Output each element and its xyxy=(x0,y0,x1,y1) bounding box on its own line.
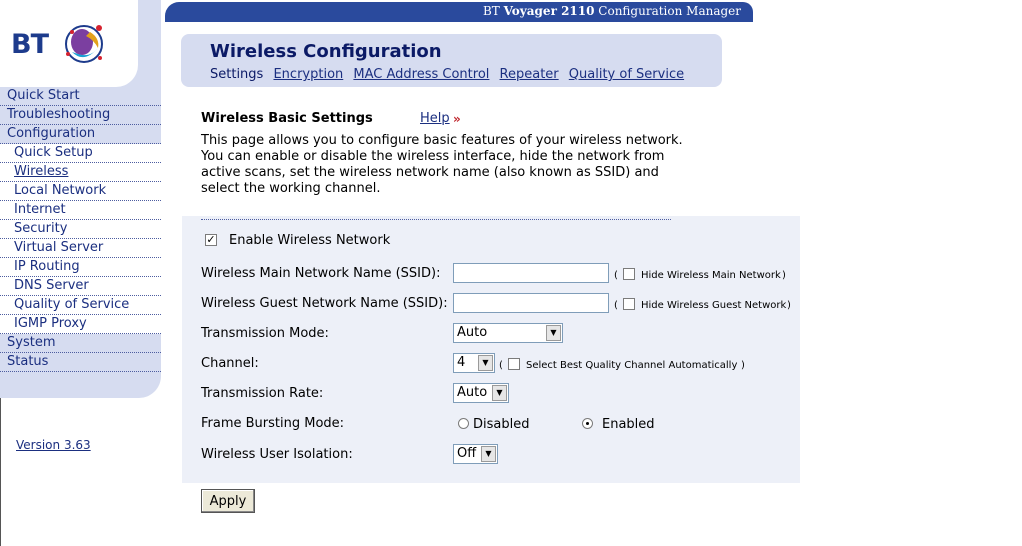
transmission-mode-select[interactable]: Auto ▼ xyxy=(453,323,563,343)
paren: ( xyxy=(614,300,618,311)
page-header: Wireless Configuration Settings Encrypti… xyxy=(181,34,722,87)
frame-bursting-enabled-radio[interactable] xyxy=(582,418,593,429)
title-bar: BT Voyager 2110 Configuration Manager xyxy=(165,2,753,22)
hide-guest-network-label: Hide Wireless Guest Network xyxy=(641,300,787,311)
left-border xyxy=(0,398,1,546)
frame-bursting-disabled-label: Disabled xyxy=(473,417,530,432)
sidebar-item-igmp-proxy[interactable]: IGMP Proxy xyxy=(0,315,161,334)
channel-label: Channel: xyxy=(201,356,259,371)
sidebar-item-quality-of-service[interactable]: Quality of Service xyxy=(0,296,161,315)
bt-logo-text: BT xyxy=(11,29,49,60)
sidebar: BT Quick Start Troubleshooting Configura… xyxy=(0,0,161,398)
help-chevron-icon[interactable]: » xyxy=(453,112,461,126)
enable-wireless-checkbox[interactable]: ✓ xyxy=(205,234,217,246)
sidebar-item-system[interactable]: System xyxy=(0,334,161,353)
user-isolation-label: Wireless User Isolation: xyxy=(201,447,353,462)
paren: ( xyxy=(499,360,503,371)
tab-repeater[interactable]: Repeater xyxy=(500,67,559,82)
paren: ) xyxy=(787,300,791,311)
apply-button[interactable]: Apply xyxy=(201,489,255,513)
sidebar-item-internet[interactable]: Internet xyxy=(0,201,161,220)
section-description: This page allows you to configure basic … xyxy=(201,133,683,196)
sidebar-item-configuration[interactable]: Configuration xyxy=(0,125,161,144)
user-isolation-select[interactable]: Off ▼ xyxy=(453,444,498,464)
sidebar-item-troubleshooting[interactable]: Troubleshooting xyxy=(0,106,161,125)
help-link[interactable]: Help xyxy=(420,111,450,126)
section-title: Wireless Basic Settings xyxy=(201,111,373,126)
hide-main-network-label: Hide Wireless Main Network xyxy=(641,270,781,281)
main-ssid-label: Wireless Main Network Name (SSID): xyxy=(201,266,441,281)
transmission-mode-label: Transmission Mode: xyxy=(201,326,329,341)
chevron-down-icon: ▼ xyxy=(481,446,496,462)
tab-quality-of-service[interactable]: Quality of Service xyxy=(569,67,684,82)
bt-globe-logo-icon xyxy=(65,25,103,63)
chevron-down-icon: ▼ xyxy=(492,385,507,401)
page-title: Wireless Configuration xyxy=(210,41,442,62)
transmission-rate-label: Transmission Rate: xyxy=(201,386,324,401)
sidebar-item-dns-server[interactable]: DNS Server xyxy=(0,277,161,296)
hide-main-network-checkbox[interactable] xyxy=(623,268,635,280)
logo-area: BT xyxy=(0,0,138,87)
chevron-down-icon: ▼ xyxy=(478,355,493,371)
tab-settings[interactable]: Settings xyxy=(210,67,263,82)
sidebar-item-quick-start[interactable]: Quick Start xyxy=(0,87,161,106)
sidebar-item-security[interactable]: Security xyxy=(0,220,161,239)
best-channel-checkbox[interactable] xyxy=(508,358,520,370)
chevron-down-icon: ▼ xyxy=(546,325,561,341)
tab-bar: Settings Encryption MAC Address Control … xyxy=(210,67,690,82)
enable-wireless-label: Enable Wireless Network xyxy=(229,233,391,248)
tab-encryption[interactable]: Encryption xyxy=(273,67,343,82)
main-ssid-input[interactable] xyxy=(453,263,609,283)
tab-mac-address-control[interactable]: MAC Address Control xyxy=(353,67,489,82)
channel-select[interactable]: 4 ▼ xyxy=(453,353,495,373)
paren: ( xyxy=(614,270,618,281)
hide-guest-network-checkbox[interactable] xyxy=(623,298,635,310)
sidebar-nav: Quick Start Troubleshooting Configuratio… xyxy=(0,87,161,372)
transmission-rate-select[interactable]: Auto ▼ xyxy=(453,383,509,403)
sidebar-item-local-network[interactable]: Local Network xyxy=(0,182,161,201)
title-bar-text: BT Voyager 2110 Configuration Manager xyxy=(482,4,741,18)
paren: ) xyxy=(782,270,786,281)
form-panel xyxy=(182,216,800,483)
frame-bursting-disabled-radio[interactable] xyxy=(458,418,469,429)
sidebar-item-wireless[interactable]: Wireless xyxy=(0,163,161,182)
form-divider xyxy=(201,219,671,220)
guest-ssid-label: Wireless Guest Network Name (SSID): xyxy=(201,296,448,311)
sidebar-item-status[interactable]: Status xyxy=(0,353,161,372)
sidebar-item-quick-setup[interactable]: Quick Setup xyxy=(0,144,161,163)
best-channel-label: Select Best Quality Channel Automaticall… xyxy=(526,360,738,371)
paren: ) xyxy=(741,360,745,371)
sidebar-item-virtual-server[interactable]: Virtual Server xyxy=(0,239,161,258)
guest-ssid-input[interactable] xyxy=(453,293,609,313)
frame-bursting-label: Frame Bursting Mode: xyxy=(201,416,345,431)
version-link[interactable]: Version 3.63 xyxy=(16,438,91,452)
frame-bursting-enabled-label: Enabled xyxy=(602,417,655,432)
sidebar-item-ip-routing[interactable]: IP Routing xyxy=(0,258,161,277)
